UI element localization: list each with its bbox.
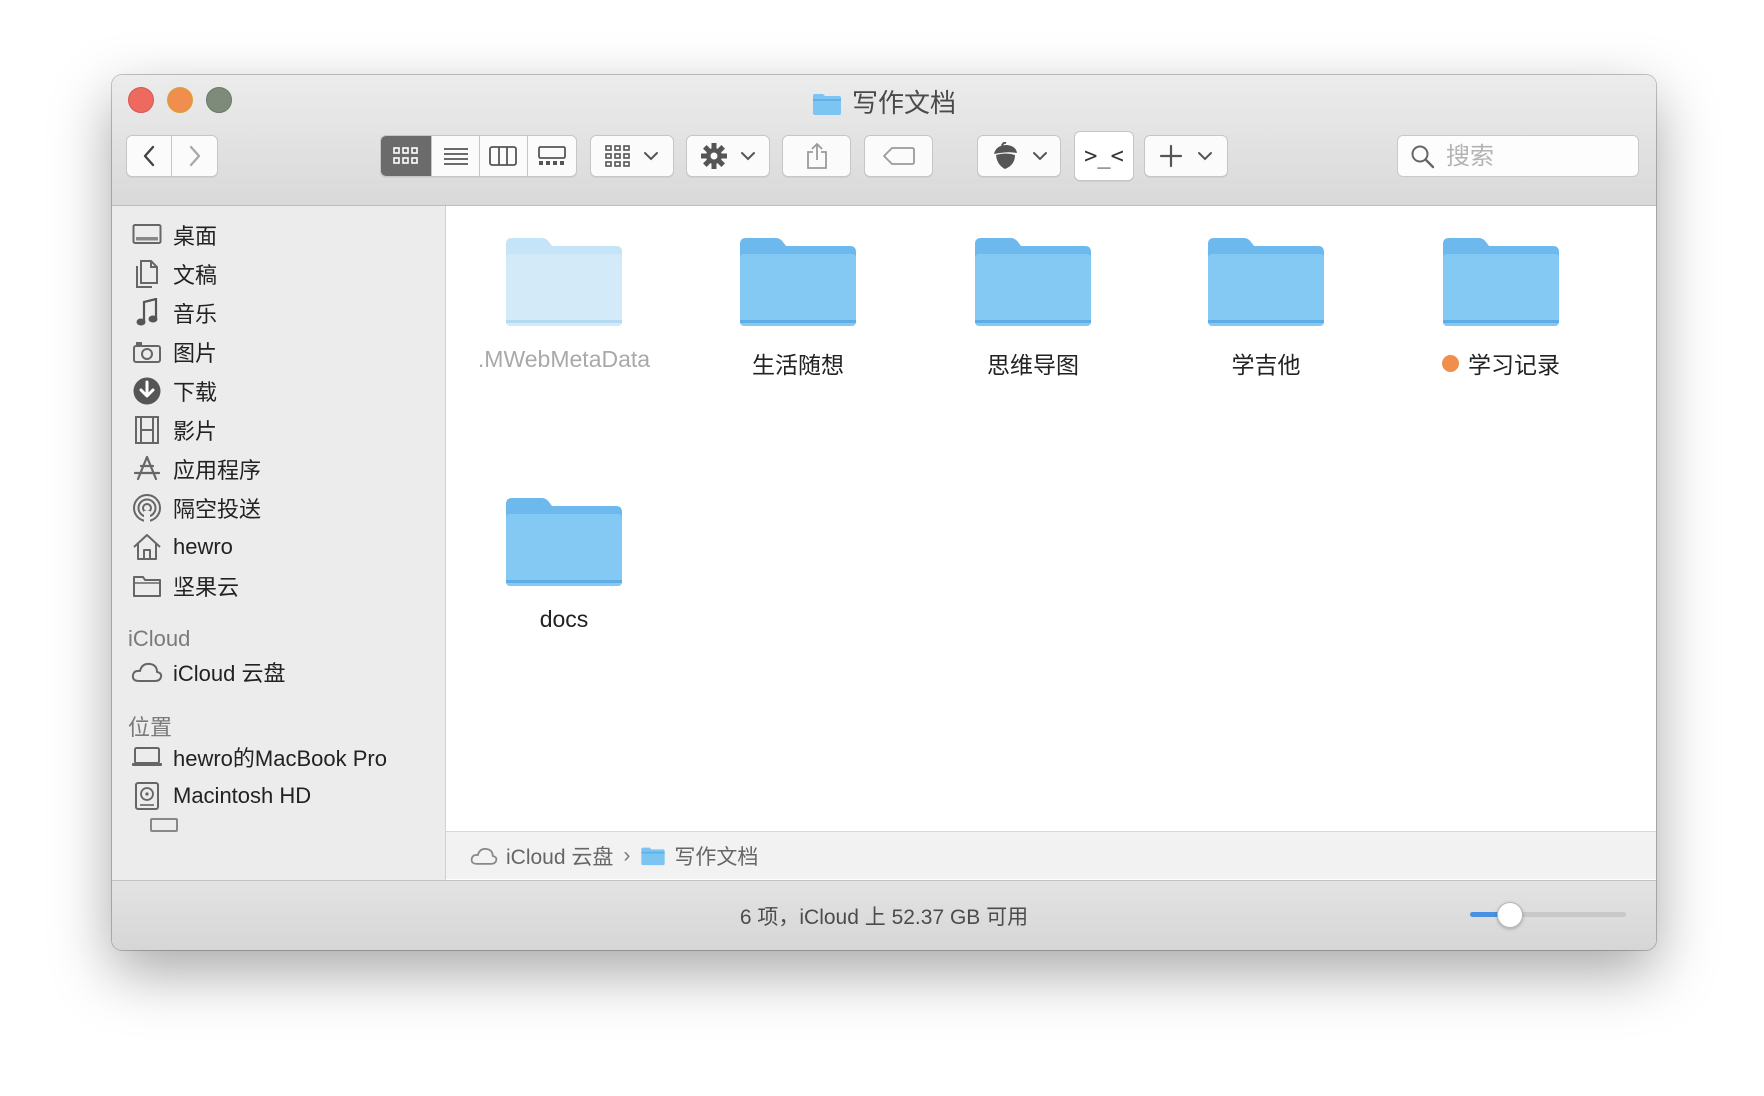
action-menu-button[interactable]	[686, 135, 770, 177]
sidebar-item-downloads[interactable]: 下载	[130, 371, 430, 411]
sidebar-item-home[interactable]: hewro	[130, 527, 430, 567]
folder-item[interactable]: 思维导图	[928, 236, 1138, 380]
folder-icon	[641, 847, 666, 865]
path-separator: ›	[623, 843, 631, 867]
folder-icon	[1208, 238, 1324, 326]
sidebar-section-icloud: iCloud	[128, 626, 191, 651]
folder-name: 思维导图	[987, 352, 1079, 378]
folder-icon	[740, 238, 856, 326]
forward-button[interactable]	[172, 136, 217, 176]
folder-item[interactable]: 生活随想	[693, 236, 903, 380]
laptop-icon	[130, 740, 164, 774]
folder-name: 生活随想	[752, 352, 844, 378]
plus-icon	[1159, 144, 1183, 168]
folder-item[interactable]: .MWebMetaData	[459, 236, 669, 373]
window-title: 写作文档	[112, 83, 1656, 123]
hard-drive-icon	[130, 779, 164, 813]
sidebar-item-jianguoyun[interactable]: 坚果云	[130, 566, 430, 606]
columns-icon	[489, 146, 518, 166]
navigation-buttons	[126, 135, 218, 177]
folder-name: 学习记录	[1468, 352, 1560, 378]
path-segment-current[interactable]: 写作文档	[674, 841, 758, 871]
acorn-icon	[994, 142, 1017, 169]
folder-icon	[1443, 238, 1559, 326]
chevron-down-icon	[1033, 152, 1047, 161]
gear-icon	[701, 143, 727, 169]
chevron-down-icon	[1198, 152, 1212, 161]
download-icon	[130, 374, 164, 408]
camera-icon	[130, 335, 164, 369]
documents-icon	[130, 257, 164, 291]
chevron-down-icon	[741, 152, 755, 161]
terminal-label: >_<	[1084, 143, 1124, 169]
add-dropdown[interactable]	[1144, 135, 1228, 177]
file-grid: .MWebMetaData 生活随想 思维导图 学吉他 学习记录 docs	[446, 206, 1656, 831]
terminal-button[interactable]: >_<	[1074, 131, 1134, 181]
slider-knob[interactable]	[1497, 902, 1523, 928]
icon-size-slider[interactable]	[1470, 902, 1626, 928]
back-button[interactable]	[127, 136, 173, 176]
titlebar: 写作文档 >_< 搜索	[112, 75, 1656, 206]
cloud-icon	[470, 847, 498, 865]
app-extension-dropdown[interactable]	[977, 135, 1061, 177]
chevron-down-icon	[644, 152, 658, 161]
list-view-button[interactable]	[432, 136, 480, 176]
music-note-icon	[130, 296, 164, 330]
gallery-view-button[interactable]	[528, 136, 577, 176]
partial-sidebar-icon	[150, 818, 178, 832]
sidebar-item-desktop[interactable]: 桌面	[130, 215, 430, 255]
sidebar: 桌面 文稿 音乐 图片 下载 影片 应用程序 隔空投送 hewro 坚果云 iC…	[112, 206, 446, 900]
sidebar-item-airdrop[interactable]: 隔空投送	[130, 488, 430, 528]
sidebar-item-macintosh-hd[interactable]: Macintosh HD	[130, 776, 430, 816]
folder-icon	[130, 569, 164, 603]
folder-item[interactable]: 学习记录	[1396, 236, 1606, 380]
group-grid-icon	[605, 145, 630, 167]
home-icon	[130, 530, 164, 564]
view-mode-control	[380, 135, 577, 177]
chevron-left-icon	[143, 145, 155, 167]
chevron-right-icon	[189, 145, 200, 167]
desktop-icon	[130, 218, 164, 252]
airdrop-icon	[130, 491, 164, 525]
sidebar-item-icloud-drive[interactable]: iCloud 云盘	[130, 652, 430, 692]
search-input[interactable]	[1444, 142, 1628, 172]
path-segment-root[interactable]: iCloud 云盘	[506, 841, 613, 871]
folder-icon	[975, 238, 1091, 326]
list-icon	[443, 148, 468, 165]
sidebar-item-documents[interactable]: 文稿	[130, 254, 430, 294]
sidebar-item-applications[interactable]: 应用程序	[130, 449, 430, 489]
search-icon	[1411, 145, 1435, 169]
tag-icon	[882, 147, 915, 165]
status-text: 6 项，iCloud 上 52.37 GB 可用	[739, 906, 1029, 929]
sidebar-item-music[interactable]: 音乐	[130, 293, 430, 333]
status-bar: 6 项，iCloud 上 52.37 GB 可用	[112, 880, 1656, 950]
window-title-text: 写作文档	[851, 88, 956, 118]
gallery-icon	[537, 146, 566, 165]
share-icon	[806, 142, 827, 169]
orange-tag-dot	[1442, 354, 1459, 372]
folder-name: 学吉他	[1231, 352, 1301, 378]
cloud-icon	[130, 655, 164, 689]
folder-name: .MWebMetaData	[477, 346, 651, 372]
folder-item[interactable]: docs	[459, 496, 669, 633]
sidebar-item-pictures[interactable]: 图片	[130, 332, 430, 372]
group-by-dropdown[interactable]	[590, 135, 674, 177]
search-field[interactable]	[1397, 135, 1639, 177]
folder-icon	[812, 92, 842, 123]
column-view-button[interactable]	[480, 136, 528, 176]
sidebar-item-movies[interactable]: 影片	[130, 410, 430, 450]
sidebar-item-macbook[interactable]: hewro的MacBook Pro	[130, 737, 430, 777]
tag-button[interactable]	[864, 135, 933, 177]
icon-view-button[interactable]	[381, 136, 433, 176]
folder-icon	[506, 498, 622, 586]
finder-window: 写作文档 >_< 搜索 桌面 文稿 音乐 图片 下载 影片 应用程序 隔空投送 …	[112, 75, 1656, 950]
folder-icon	[506, 238, 622, 326]
share-button[interactable]	[782, 135, 851, 177]
folder-item[interactable]: 学吉他	[1161, 236, 1371, 380]
path-bar: iCloud 云盘 › 写作文档	[446, 831, 1656, 879]
folder-name: docs	[539, 606, 589, 632]
applications-icon	[130, 452, 164, 486]
film-icon	[130, 413, 164, 447]
icon-grid-icon	[393, 147, 419, 164]
